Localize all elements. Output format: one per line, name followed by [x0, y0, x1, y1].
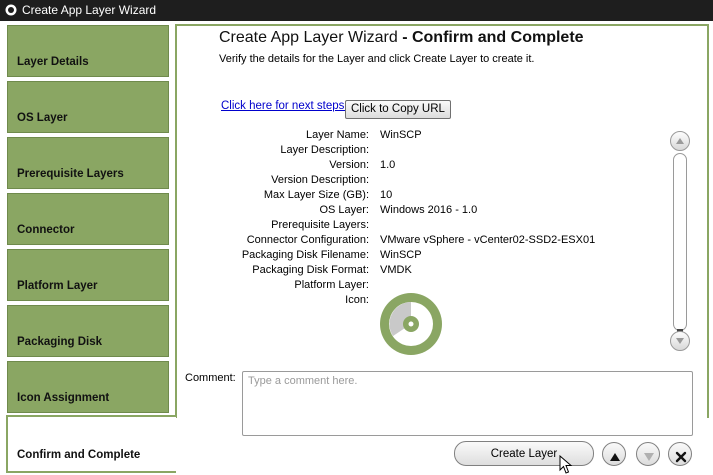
detail-value: 10: [380, 189, 393, 201]
step-label: Prerequisite Layers: [17, 168, 124, 180]
window-title: Create App Layer Wizard: [22, 3, 157, 17]
close-wizard-button[interactable]: [668, 442, 692, 466]
step-packaging-disk[interactable]: Packaging Disk: [7, 305, 169, 357]
detail-label: Max Layer Size (GB):: [263, 189, 369, 201]
detail-value: Windows 2016 - 1.0: [380, 204, 478, 216]
page-title: Create App Layer Wizard - Confirm and Co…: [219, 29, 584, 47]
detail-row: OS Layer: Windows 2016 - 1.0: [185, 204, 665, 219]
detail-row: Connector Configuration: VMware vSphere -…: [185, 234, 665, 249]
scroll-track[interactable]: [673, 153, 687, 331]
step-icon-assignment[interactable]: Icon Assignment: [7, 361, 169, 413]
comment-label: Comment:: [185, 372, 236, 384]
scroll-down-button[interactable]: [670, 331, 690, 351]
page-subtitle: Verify the details for the Layer and cli…: [219, 53, 535, 65]
detail-row: Packaging Disk Filename: WinSCP: [185, 249, 665, 264]
detail-row: Prerequisite Layers:: [185, 219, 665, 234]
detail-label: Packaging Disk Format:: [252, 264, 369, 276]
detail-label: Packaging Disk Filename:: [241, 249, 369, 261]
step-confirm-and-complete[interactable]: Confirm and Complete: [6, 415, 176, 473]
step-prerequisite-layers[interactable]: Prerequisite Layers: [7, 137, 169, 189]
detail-row: Layer Name: WinSCP: [185, 129, 665, 144]
step-platform-layer[interactable]: Platform Layer: [7, 249, 169, 301]
detail-label: Platform Layer:: [294, 279, 369, 291]
scroll-up-icon: [676, 138, 684, 144]
arrow-down-icon: [644, 453, 654, 461]
detail-label: Icon:: [345, 294, 369, 306]
detail-label: Version Description:: [271, 174, 369, 186]
scroll-down-icon: [676, 338, 684, 344]
detail-label: Layer Description:: [280, 144, 369, 156]
next-steps-link[interactable]: Click here for next steps.: [221, 100, 348, 112]
detail-label: Connector Configuration:: [246, 234, 369, 246]
step-label: Layer Details: [17, 56, 89, 68]
detail-value: WinSCP: [380, 129, 422, 141]
detail-row: Packaging Disk Format: VMDK: [185, 264, 665, 279]
create-layer-button[interactable]: Create Layer: [454, 441, 594, 466]
page-title-step: - Confirm and Complete: [402, 29, 584, 46]
disc-layer-icon: [380, 293, 442, 355]
detail-row: Layer Description:: [185, 144, 665, 159]
copy-url-button[interactable]: Click to Copy URL: [345, 100, 451, 119]
step-label: Platform Layer: [17, 280, 98, 292]
layer-details-list: Layer Name: WinSCP Layer Description: Ver…: [185, 129, 665, 309]
mouse-cursor-icon: [559, 455, 573, 474]
page-title-prefix: Create App Layer Wizard: [219, 29, 398, 46]
step-label: OS Layer: [17, 112, 68, 124]
detail-value: VMware vSphere - vCenter02-SSD2-ESX01: [380, 234, 596, 246]
comment-input[interactable]: [242, 371, 693, 436]
previous-step-button[interactable]: [602, 442, 626, 466]
detail-row: Max Layer Size (GB): 10: [185, 189, 665, 204]
detail-value: WinSCP: [380, 249, 422, 261]
details-scrollbar[interactable]: [670, 131, 690, 353]
step-label: Connector: [17, 224, 75, 236]
close-icon: [675, 451, 687, 463]
detail-row: Version Description:: [185, 174, 665, 189]
app-logo-icon: [5, 4, 17, 16]
detail-row: Version: 1.0: [185, 159, 665, 174]
step-connector[interactable]: Connector: [7, 193, 169, 245]
detail-label: Version:: [329, 159, 369, 171]
arrow-up-icon: [610, 453, 620, 461]
next-step-button[interactable]: [636, 442, 660, 466]
detail-value: VMDK: [380, 264, 412, 276]
step-os-layer[interactable]: OS Layer: [7, 81, 169, 133]
detail-label: OS Layer:: [319, 204, 369, 216]
scroll-up-button[interactable]: [670, 131, 690, 151]
detail-label: Layer Name:: [306, 129, 369, 141]
detail-label: Prerequisite Layers:: [271, 219, 369, 231]
step-label: Confirm and Complete: [17, 449, 141, 461]
step-layer-details[interactable]: Layer Details: [7, 25, 169, 77]
step-label: Packaging Disk: [17, 336, 103, 348]
detail-value: 1.0: [380, 159, 396, 171]
wizard-steps: Layer Details OS Layer Prerequisite Laye…: [0, 21, 176, 473]
step-label: Icon Assignment: [17, 392, 110, 404]
title-bar: Create App Layer Wizard: [0, 0, 713, 21]
